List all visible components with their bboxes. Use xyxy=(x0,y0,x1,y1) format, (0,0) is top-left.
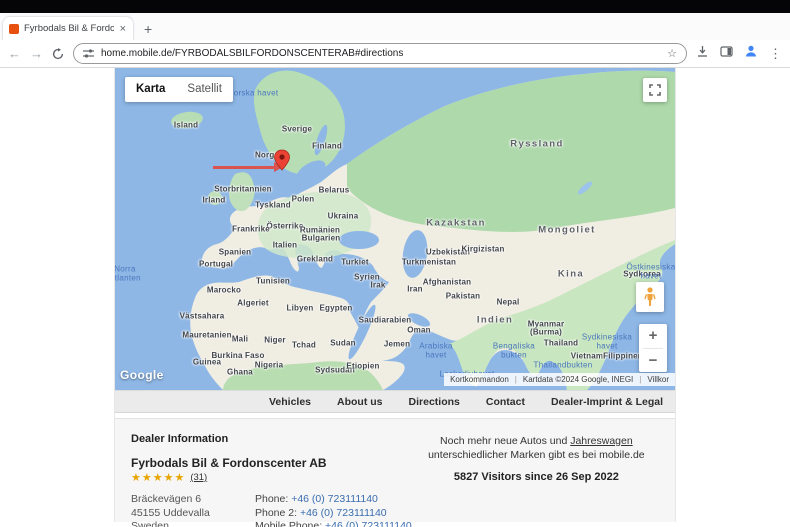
attribution-divider: | xyxy=(514,375,517,384)
site-info-icon[interactable] xyxy=(83,48,94,59)
star-rating-icons: ★★★★★ xyxy=(131,472,186,484)
map-type-control: Karta Satellit xyxy=(125,77,233,102)
zoom-control: + − xyxy=(639,324,667,372)
system-bar xyxy=(0,0,790,13)
promo-pre: Noch mehr neue Autos und xyxy=(440,435,571,447)
review-count-link[interactable]: (31) xyxy=(190,472,207,483)
keyboard-shortcuts-link[interactable]: Kortkommandon xyxy=(450,375,509,384)
attribution-divider2: | xyxy=(639,375,642,384)
dealer-info-left: Dealer Information Fyrbodals Bil & Fordo… xyxy=(131,433,412,527)
pegman-icon xyxy=(644,287,656,306)
reload-icon[interactable] xyxy=(52,47,64,60)
phone-label: Phone 2: xyxy=(255,506,300,519)
phone-line-mobile-phone: Mobile Phone: +46 (0) 723111140 xyxy=(255,520,412,527)
download-icon[interactable] xyxy=(696,45,709,63)
direction-arrow xyxy=(213,162,283,172)
menu-kebab-icon[interactable]: ⋮ xyxy=(769,46,782,62)
page-body: Island Sverige Norge Finland Ryssland Storbri… xyxy=(0,68,790,527)
map-type-satellite-button[interactable]: Satellit xyxy=(176,77,233,102)
address-line: Sweden xyxy=(131,520,169,527)
promo-post: unterschiedlicher Marken gibt es bei mob… xyxy=(428,449,645,461)
promo-text: Noch mehr neue Autos und Jahreswagen unt… xyxy=(412,434,661,462)
phone-label: Phone: xyxy=(255,493,292,505)
google-logo[interactable]: Google xyxy=(120,368,164,382)
address-line: 45155 Uddevalla xyxy=(131,506,210,519)
address-bar[interactable]: home.mobile.de/FYRBODALSBILFORDONSCENTER… xyxy=(73,43,687,64)
content-column: Island Sverige Norge Finland Ryssland Storbri… xyxy=(114,68,676,527)
phone-line-phone-2: Phone 2: +46 (0) 723111140 xyxy=(255,507,412,521)
map-attribution: Kortkommandon | Kartdata ©2024 Google, I… xyxy=(444,373,675,386)
terms-link[interactable]: Villkor xyxy=(647,375,669,384)
new-tab-button[interactable]: + xyxy=(144,21,152,40)
nav-link-directions[interactable]: Directions xyxy=(409,396,460,408)
bookmark-star-icon[interactable]: ☆ xyxy=(667,47,677,60)
zoom-in-button[interactable]: + xyxy=(639,324,667,348)
phone-number[interactable]: +46 (0) 723111140 xyxy=(325,520,412,527)
map-terrain xyxy=(171,70,675,390)
toolbar-right: ⋮ xyxy=(696,44,782,63)
dealer-nav: Vehicles About us Directions Contact Dealer-… xyxy=(115,390,675,413)
pegman-control[interactable] xyxy=(636,282,664,312)
phone-number[interactable]: +46 (0) 723111140 xyxy=(300,507,387,519)
address-line: Bräckevägen 6 xyxy=(131,493,202,505)
tab-close-icon[interactable]: × xyxy=(119,23,127,35)
dealer-section-title: Dealer Information xyxy=(131,433,229,445)
browser-tab[interactable]: Fyrbodals Bil & Fordonscent × xyxy=(2,16,134,40)
dealer-contact-columns: Bräckevägen 6 45155 Uddevalla Sweden Phone… xyxy=(131,493,412,527)
nav-link-vehicles[interactable]: Vehicles xyxy=(269,396,311,408)
tab-title: Fyrbodals Bil & Fordonscent xyxy=(24,23,114,34)
site-favicon xyxy=(9,23,19,34)
phone-line-phone: Phone: +46 (0) 723111140 xyxy=(255,493,412,507)
google-map[interactable]: Island Sverige Norge Finland Ryssland Storbri… xyxy=(115,68,675,390)
fullscreen-button[interactable] xyxy=(643,78,667,102)
back-icon[interactable]: ← xyxy=(8,47,21,60)
map-copyright: Kartdata ©2024 Google, INEGI xyxy=(522,375,634,384)
nav-link-about-us[interactable]: About us xyxy=(337,396,383,408)
phone-label: Mobile Phone: xyxy=(255,520,326,527)
dealer-address: Bräckevägen 6 45155 Uddevalla Sweden xyxy=(131,493,255,527)
phone-number[interactable]: +46 (0) 723111140 xyxy=(291,493,378,505)
side-panel-icon[interactable] xyxy=(720,45,733,63)
visitor-counter: 5827 Visitors since 26 Sep 2022 xyxy=(453,471,619,483)
nav-link-contact[interactable]: Contact xyxy=(486,396,525,408)
forward-icon[interactable]: → xyxy=(30,47,43,60)
dealer-info-panel: Dealer Information Fyrbodals Bil & Fordo… xyxy=(115,418,675,527)
dealer-phones: Phone: +46 (0) 723111140 Phone 2: +46 (0)… xyxy=(255,493,412,527)
nav-link-dealer-imprint-legal[interactable]: Dealer-Imprint & Legal xyxy=(551,396,663,408)
tab-strip: Fyrbodals Bil & Fordonscent × + xyxy=(0,13,790,40)
jahreswagen-link[interactable]: Jahreswagen xyxy=(570,435,632,447)
map-type-map-button[interactable]: Karta xyxy=(125,77,176,102)
zoom-out-button[interactable]: − xyxy=(639,349,667,373)
dealer-rating: ★★★★★ (31) xyxy=(131,471,412,484)
browser-toolbar: ← → home.mobile.de/FYRBODALSBILFORDONSCE… xyxy=(0,40,790,68)
profile-avatar[interactable] xyxy=(744,44,758,63)
dealer-info-right: Noch mehr neue Autos und Jahreswagen unt… xyxy=(412,433,661,522)
location-marker-icon[interactable] xyxy=(273,149,291,176)
dealer-name: Fyrbodals Bil & Fordonscenter AB xyxy=(131,456,327,470)
url-text[interactable]: home.mobile.de/FYRBODALSBILFORDONSCENTER… xyxy=(101,48,660,59)
